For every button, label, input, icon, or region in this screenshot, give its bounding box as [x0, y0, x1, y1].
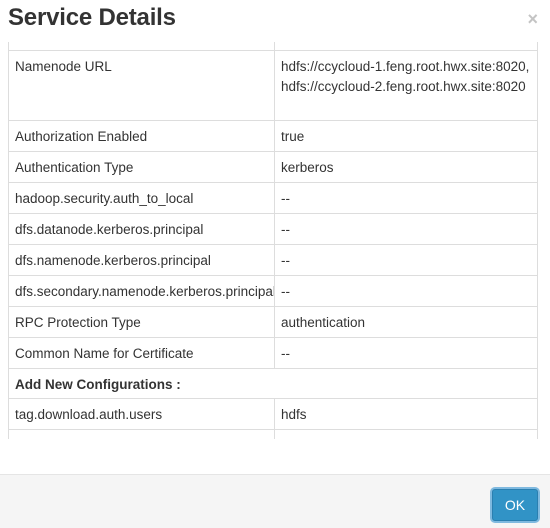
row-key: Authorization Enabled — [8, 119, 275, 152]
section-title: Add New Configurations : — [8, 367, 538, 399]
row-key: RPC Protection Type — [8, 305, 275, 338]
row-value: kerberos — [274, 150, 538, 183]
details-table: Namenode URL hdfs://ccycloud-1.feng.root… — [8, 42, 538, 439]
row-key: hadoop.security.auth_to_local — [8, 181, 275, 214]
row-value: hdfs://ccycloud-1.feng.root.hwx.site:802… — [274, 49, 538, 121]
table-row: Namenode URL hdfs://ccycloud-1.feng.root… — [8, 49, 538, 121]
table-row: hadoop.security.auth_to_local -- — [8, 181, 538, 214]
row-value: true — [274, 119, 538, 152]
section-header-row: Add New Configurations : — [8, 367, 538, 399]
table-row: Common Name for Certificate -- — [8, 336, 538, 369]
table-row: dfs.secondary.namenode.kerberos.principa… — [8, 274, 538, 307]
row-value: hdfs — [274, 397, 538, 430]
table-row: tag.download.auth.users hdfs — [8, 397, 538, 430]
row-key: policy.download.auth.users — [8, 428, 275, 439]
row-key: Namenode URL — [8, 49, 275, 121]
row-key: tag.download.auth.users — [8, 397, 275, 430]
row-value: -- — [274, 336, 538, 369]
table-row: dfs.datanode.kerberos.principal -- — [8, 212, 538, 245]
table-row: RPC Protection Type authentication — [8, 305, 538, 338]
dialog-title: Service Details — [8, 4, 176, 31]
table-row: policy.download.auth.users hdfs — [8, 428, 538, 439]
close-icon[interactable]: × — [527, 10, 538, 28]
row-key: dfs.secondary.namenode.kerberos.principa… — [8, 274, 275, 307]
dialog-body[interactable]: Namenode URL hdfs://ccycloud-1.feng.root… — [8, 42, 538, 439]
row-key: Common Name for Certificate — [8, 336, 275, 369]
table-row: Authentication Type kerberos — [8, 150, 538, 183]
row-value: -- — [274, 212, 538, 245]
row-key: dfs.namenode.kerberos.principal — [8, 243, 275, 276]
table-row: Authorization Enabled true — [8, 119, 538, 152]
row-value: -- — [274, 274, 538, 307]
row-value: hdfs — [274, 428, 538, 439]
dialog-footer: OK — [0, 474, 550, 528]
row-key: dfs.datanode.kerberos.principal — [8, 212, 275, 245]
row-key: Authentication Type — [8, 150, 275, 183]
dialog-header: Service Details × — [0, 0, 550, 42]
service-details-dialog: Service Details × Namenode URL hdfs://cc… — [0, 0, 550, 528]
row-value: -- — [274, 243, 538, 276]
table-row — [8, 42, 538, 51]
table-row: dfs.namenode.kerberos.principal -- — [8, 243, 538, 276]
row-value: -- — [274, 181, 538, 214]
row-value: authentication — [274, 305, 538, 338]
ok-button[interactable]: OK — [492, 489, 538, 521]
